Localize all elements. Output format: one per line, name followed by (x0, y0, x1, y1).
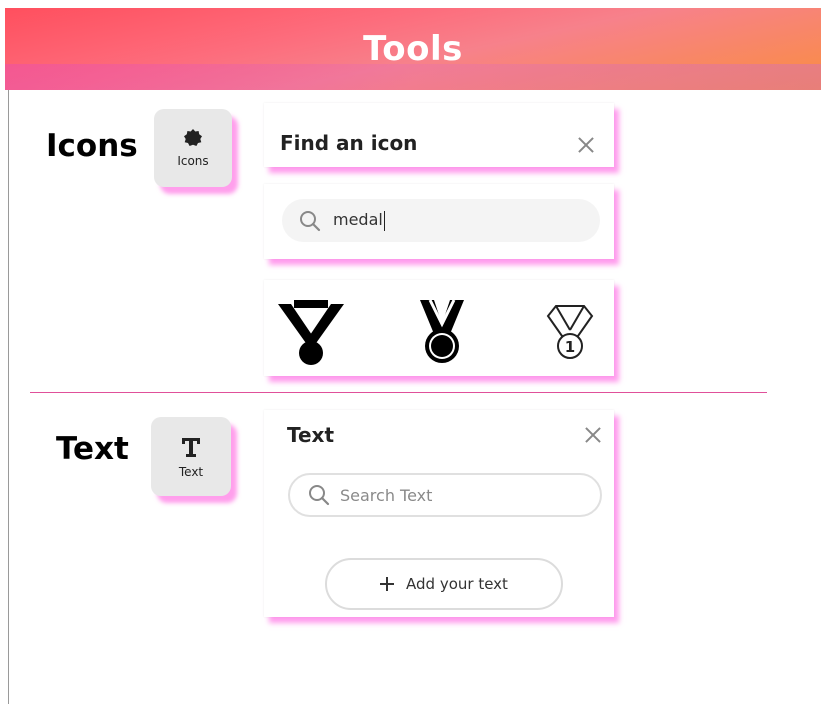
text-tool-button[interactable]: Text (151, 417, 231, 496)
add-your-text-label: Add your text (406, 575, 508, 593)
text-search-input[interactable]: Search Text (288, 473, 602, 517)
medal-number: 1 (565, 338, 575, 356)
medal-ribbon-solid-icon[interactable] (276, 296, 346, 366)
medal-ribbon-circle-icon[interactable] (412, 294, 472, 368)
find-icon-header-panel: Find an icon (264, 103, 614, 167)
add-your-text-button[interactable]: Add your text (325, 558, 563, 610)
text-t-icon (182, 437, 200, 457)
text-section-label: Text (56, 431, 129, 467)
text-panel-title: Text (287, 423, 335, 447)
icon-search-input[interactable]: medal (282, 199, 600, 242)
text-panel: Text Search Text Add your text (264, 410, 614, 617)
icon-search-value: medal (333, 210, 383, 230)
icon-search-value-wrap: medal (333, 210, 385, 231)
icons-tile-label: Icons (177, 154, 209, 168)
find-icon-title: Find an icon (280, 131, 418, 155)
medal-first-place-icon[interactable]: 1 (542, 302, 598, 366)
page-title: Tools (363, 29, 463, 69)
search-icon (300, 210, 321, 231)
icons-tool-button[interactable]: Icons (154, 109, 232, 187)
text-tile-label: Text (178, 464, 204, 479)
search-icon (309, 485, 330, 506)
close-icon[interactable] (576, 135, 596, 155)
section-divider (30, 392, 767, 393)
badge-icon (184, 129, 202, 146)
icon-results-panel: 1 (264, 280, 614, 376)
left-border (8, 90, 9, 704)
text-search-placeholder: Search Text (340, 485, 433, 505)
plus-icon (380, 577, 395, 591)
tools-banner: Tools (5, 8, 821, 90)
close-icon[interactable] (583, 425, 603, 445)
icons-section-label: Icons (46, 128, 138, 164)
icon-search-panel: medal (264, 184, 614, 259)
text-caret (383, 210, 385, 231)
